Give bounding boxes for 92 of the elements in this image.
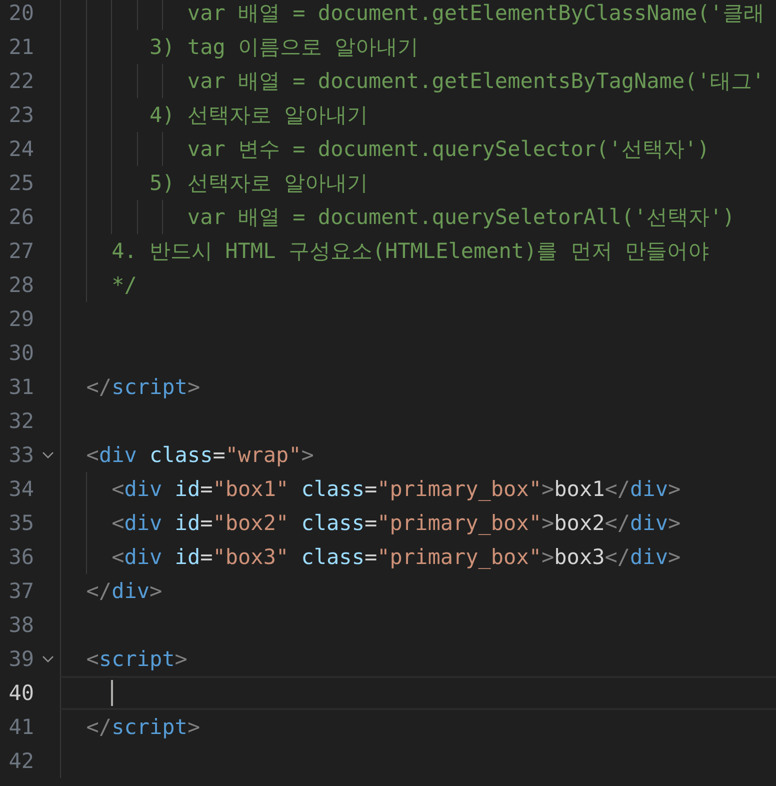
code-comment: 3) tag 이름으로 알아내기 — [148, 34, 419, 61]
attribute-name: id — [174, 545, 200, 569]
code-punctuation: > — [150, 579, 162, 603]
code-punctuation: > — [668, 545, 681, 569]
code-text: = — [364, 545, 378, 569]
code-punctuation: > — [301, 443, 314, 467]
attribute-name: class — [148, 443, 213, 467]
code-comment: */ — [110, 273, 137, 297]
line-number: 38 — [8, 613, 34, 637]
line-number: 37 — [8, 579, 34, 603]
code-punctuation: </ — [85, 375, 112, 399]
code-comment: 4. 반드시 HTML 구성요소(HTMLElement)를 먼저 만들어야 — [110, 238, 710, 265]
text-cursor — [111, 680, 114, 706]
code-punctuation: > — [174, 647, 188, 671]
code-punctuation: < — [85, 647, 99, 671]
code-text: = — [364, 511, 378, 535]
code-comment: 5) 선택자로 알아내기 — [148, 170, 368, 197]
tag-name: div — [124, 511, 162, 535]
line-number: 27 — [8, 239, 34, 263]
line-number: 26 — [8, 205, 34, 229]
line-number: 42 — [8, 749, 34, 773]
line-number: 35 — [8, 511, 34, 535]
line-number: 23 — [8, 103, 34, 127]
tag-name: div — [124, 477, 162, 501]
code-punctuation: </ — [604, 477, 630, 501]
code-text: = — [212, 443, 226, 467]
attribute-value: "primary_box" — [377, 511, 542, 535]
code-text: = — [200, 477, 213, 501]
line-number: 36 — [8, 545, 34, 569]
code-punctuation: < — [110, 477, 124, 501]
line-number: 28 — [8, 273, 34, 297]
line-number: 21 — [8, 35, 34, 59]
tag-name: div — [630, 477, 668, 501]
attribute-name: id — [174, 477, 200, 501]
line-number: 40 — [8, 681, 34, 705]
code-punctuation: < — [110, 511, 124, 535]
code-comment: var 배열 = document.getElementsByTagName('태그' — [186, 68, 765, 95]
line-number: 41 — [8, 715, 34, 739]
attribute-name: class — [300, 477, 364, 501]
line-number: 29 — [8, 307, 34, 331]
code-text: = — [200, 511, 213, 535]
code-punctuation: < — [110, 545, 124, 569]
line-number: 33 — [8, 443, 34, 467]
tag-name: div — [630, 511, 668, 535]
tag-name: div — [112, 579, 150, 603]
attribute-value: "box3" — [212, 545, 289, 569]
line-number: 25 — [8, 171, 34, 195]
code-punctuation: > — [542, 511, 554, 535]
code-punctuation: </ — [604, 545, 630, 569]
tag-name: div — [98, 443, 137, 467]
code-punctuation: > — [187, 375, 200, 399]
code-text: box1 — [554, 477, 605, 501]
line-number: 31 — [8, 375, 34, 399]
line-number: 22 — [8, 69, 34, 93]
code-comment: var 배열 = document.getElementByClassName('클래 — [186, 0, 765, 27]
chevron-down-icon[interactable] — [42, 655, 54, 663]
tag-name: div — [124, 545, 162, 569]
code-punctuation: > — [668, 477, 681, 501]
line-number: 34 — [8, 477, 34, 501]
code-punctuation: < — [85, 443, 99, 467]
attribute-value: "box2" — [212, 511, 289, 535]
code-text: = — [200, 545, 213, 569]
line-number: 30 — [8, 341, 34, 365]
code-punctuation: > — [668, 511, 681, 535]
code-text: box3 — [554, 545, 605, 569]
attribute-name: id — [174, 511, 200, 535]
tag-name: script — [112, 375, 188, 399]
tag-name: script — [112, 715, 188, 739]
code-comment: var 배열 = document.querySeletorAll('선택자') — [186, 204, 735, 231]
tag-name: div — [630, 545, 668, 569]
code-punctuation: </ — [85, 715, 112, 739]
line-number: 39 — [8, 647, 34, 671]
code-punctuation: > — [542, 545, 554, 569]
line-number: 24 — [8, 137, 34, 161]
attribute-name: class — [300, 545, 364, 569]
chevron-down-icon[interactable] — [42, 451, 54, 459]
code-punctuation: </ — [85, 579, 112, 603]
tag-name: script — [98, 647, 175, 671]
code-text: = — [364, 477, 378, 501]
attribute-name: class — [300, 511, 364, 535]
line-number: 20 — [8, 1, 34, 25]
code-punctuation: </ — [604, 511, 630, 535]
code-comment: 4) 선택자로 알아내기 — [148, 102, 368, 129]
code-punctuation: > — [187, 715, 200, 739]
attribute-value: "box1" — [212, 477, 289, 501]
attribute-value: "primary_box" — [377, 477, 542, 501]
code-text: box2 — [554, 511, 605, 535]
attribute-value: "wrap" — [225, 443, 302, 467]
line-number: 32 — [8, 409, 34, 433]
code-punctuation: > — [542, 477, 554, 501]
attribute-value: "primary_box" — [377, 545, 542, 569]
code-comment: var 변수 = document.querySelector('선택자') — [186, 136, 710, 163]
